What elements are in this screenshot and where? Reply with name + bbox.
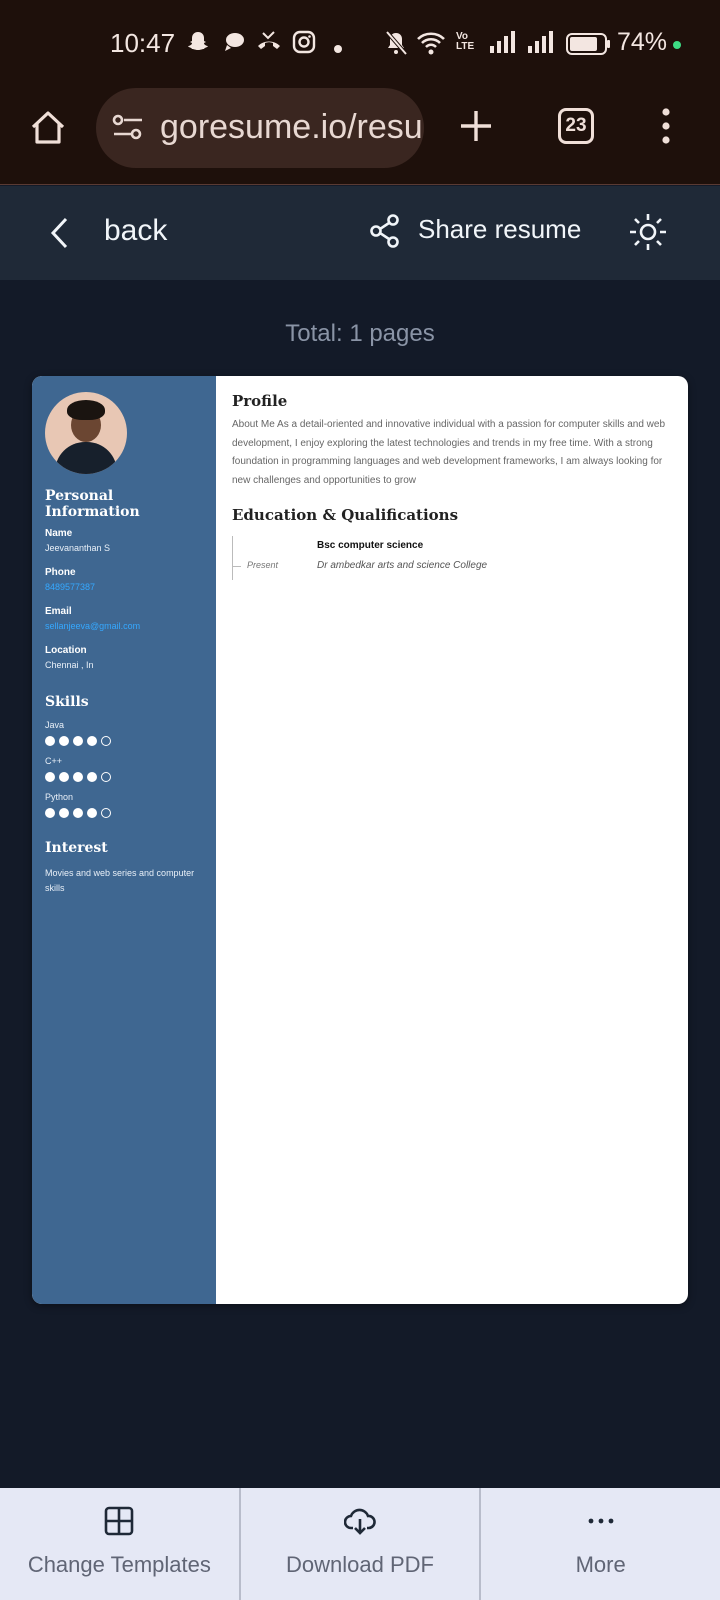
signal-icon-1 (490, 30, 518, 59)
grid-icon (104, 1506, 134, 1541)
browser-menu-icon[interactable] (660, 108, 672, 149)
skill-rating (45, 808, 203, 818)
skill-name: Python (45, 792, 74, 802)
notification-dot-icon (334, 40, 342, 58)
skill-rating (45, 772, 203, 782)
sun-icon[interactable] (628, 212, 668, 257)
resume-preview[interactable]: Personal Information Name Jeevananthan S… (32, 376, 688, 1304)
skill-rating-dot (59, 772, 69, 782)
missed-call-icon (256, 30, 282, 59)
cloud-download-icon (343, 1506, 376, 1541)
education-entry: Present Bsc computer science Dr ambedkar… (232, 536, 672, 580)
site-settings-icon[interactable] (112, 112, 144, 147)
skill-rating-dot (45, 736, 55, 746)
education-date: Present (247, 560, 279, 570)
email-label: Email (45, 606, 72, 617)
battery-percentage: 74% (617, 28, 668, 56)
location-label: Location (45, 645, 87, 656)
skill-rating-dot (45, 772, 55, 782)
url-text[interactable]: goresume.io/resu (160, 108, 423, 147)
more-horizontal-icon (588, 1506, 614, 1541)
skill-rating-dot (73, 772, 83, 782)
resume-sidebar: Personal Information Name Jeevananthan S… (32, 376, 216, 1304)
total-pages-label: Total: 1 pages (285, 320, 435, 347)
app-header: back Share resume (0, 186, 720, 280)
skill-rating-dot (87, 808, 97, 818)
phone-label: Phone (45, 567, 76, 578)
status-time: 10:47 (110, 28, 176, 58)
browser-toolbar: goresume.io/resu 23 (0, 88, 720, 185)
skill-name: C++ (45, 756, 63, 766)
download-pdf-button[interactable]: Download PDF (241, 1488, 482, 1600)
skill-rating-dot (87, 736, 97, 746)
profile-text: About Me As a detail-oriented and innova… (232, 419, 666, 486)
chevron-left-icon[interactable] (48, 216, 72, 255)
education-degree: Bsc computer science (317, 540, 424, 551)
skill-rating-dot (45, 808, 55, 818)
avatar (45, 392, 127, 474)
share-icon[interactable] (370, 214, 400, 253)
bottom-action-bar: Change Templates Download PDF More (0, 1488, 720, 1600)
skill-rating-dot (59, 808, 69, 818)
interest-value: Movies and web series and computer skill… (45, 868, 195, 893)
silent-bell-icon (384, 30, 408, 61)
instagram-icon (292, 30, 316, 59)
resume-main: Profile About Me As a detail-oriented an… (232, 392, 672, 580)
chat-icon (222, 30, 246, 59)
share-resume-button[interactable]: Share resume (418, 214, 581, 245)
personal-info-heading: Personal Information (45, 488, 140, 520)
privacy-indicator-dot (673, 41, 681, 49)
skill-rating (45, 736, 203, 746)
new-tab-icon[interactable] (458, 108, 494, 149)
skill-rating-dot (87, 772, 97, 782)
profile-heading: Profile (232, 392, 288, 410)
skills-heading: Skills (45, 694, 89, 710)
skill-rating-dot (101, 772, 111, 782)
volte-icon: Vo LTE (456, 31, 475, 52)
phone-link[interactable]: 8489577387 (45, 582, 203, 592)
change-templates-label: Change Templates (27, 1552, 211, 1577)
education-school: Dr ambedkar arts and science College (317, 560, 488, 571)
battery-icon (566, 33, 612, 60)
address-bar[interactable]: goresume.io/resu (96, 88, 424, 168)
education-heading: Education & Qualifications (232, 506, 459, 524)
more-button[interactable]: More (481, 1488, 720, 1600)
change-templates-button[interactable]: Change Templates (0, 1488, 241, 1600)
email-link[interactable]: sellanjeeva@gmail.com (45, 621, 203, 631)
skill-rating-dot (101, 808, 111, 818)
more-label: More (575, 1552, 626, 1577)
skill-rating-dot (101, 736, 111, 746)
signal-icon-2 (528, 30, 556, 59)
name-label: Name (45, 528, 73, 539)
status-bar: 10:47 Vo LTE 74% (0, 0, 720, 88)
skills-list: Java C++ Python (45, 720, 203, 818)
snapchat-icon (186, 30, 210, 59)
home-icon[interactable] (28, 108, 68, 148)
skill-rating-dot (59, 736, 69, 746)
skill-rating-dot (73, 808, 83, 818)
name-value: Jeevananthan S (45, 543, 111, 553)
skill-rating-dot (73, 736, 83, 746)
tab-switcher-button[interactable]: 23 (558, 108, 594, 144)
location-value: Chennai , In (45, 660, 94, 670)
skill-name: Java (45, 720, 65, 730)
wifi-icon (416, 30, 446, 61)
interest-heading: Interest (45, 840, 108, 856)
download-pdf-label: Download PDF (286, 1552, 434, 1577)
back-button[interactable]: back (104, 214, 167, 248)
